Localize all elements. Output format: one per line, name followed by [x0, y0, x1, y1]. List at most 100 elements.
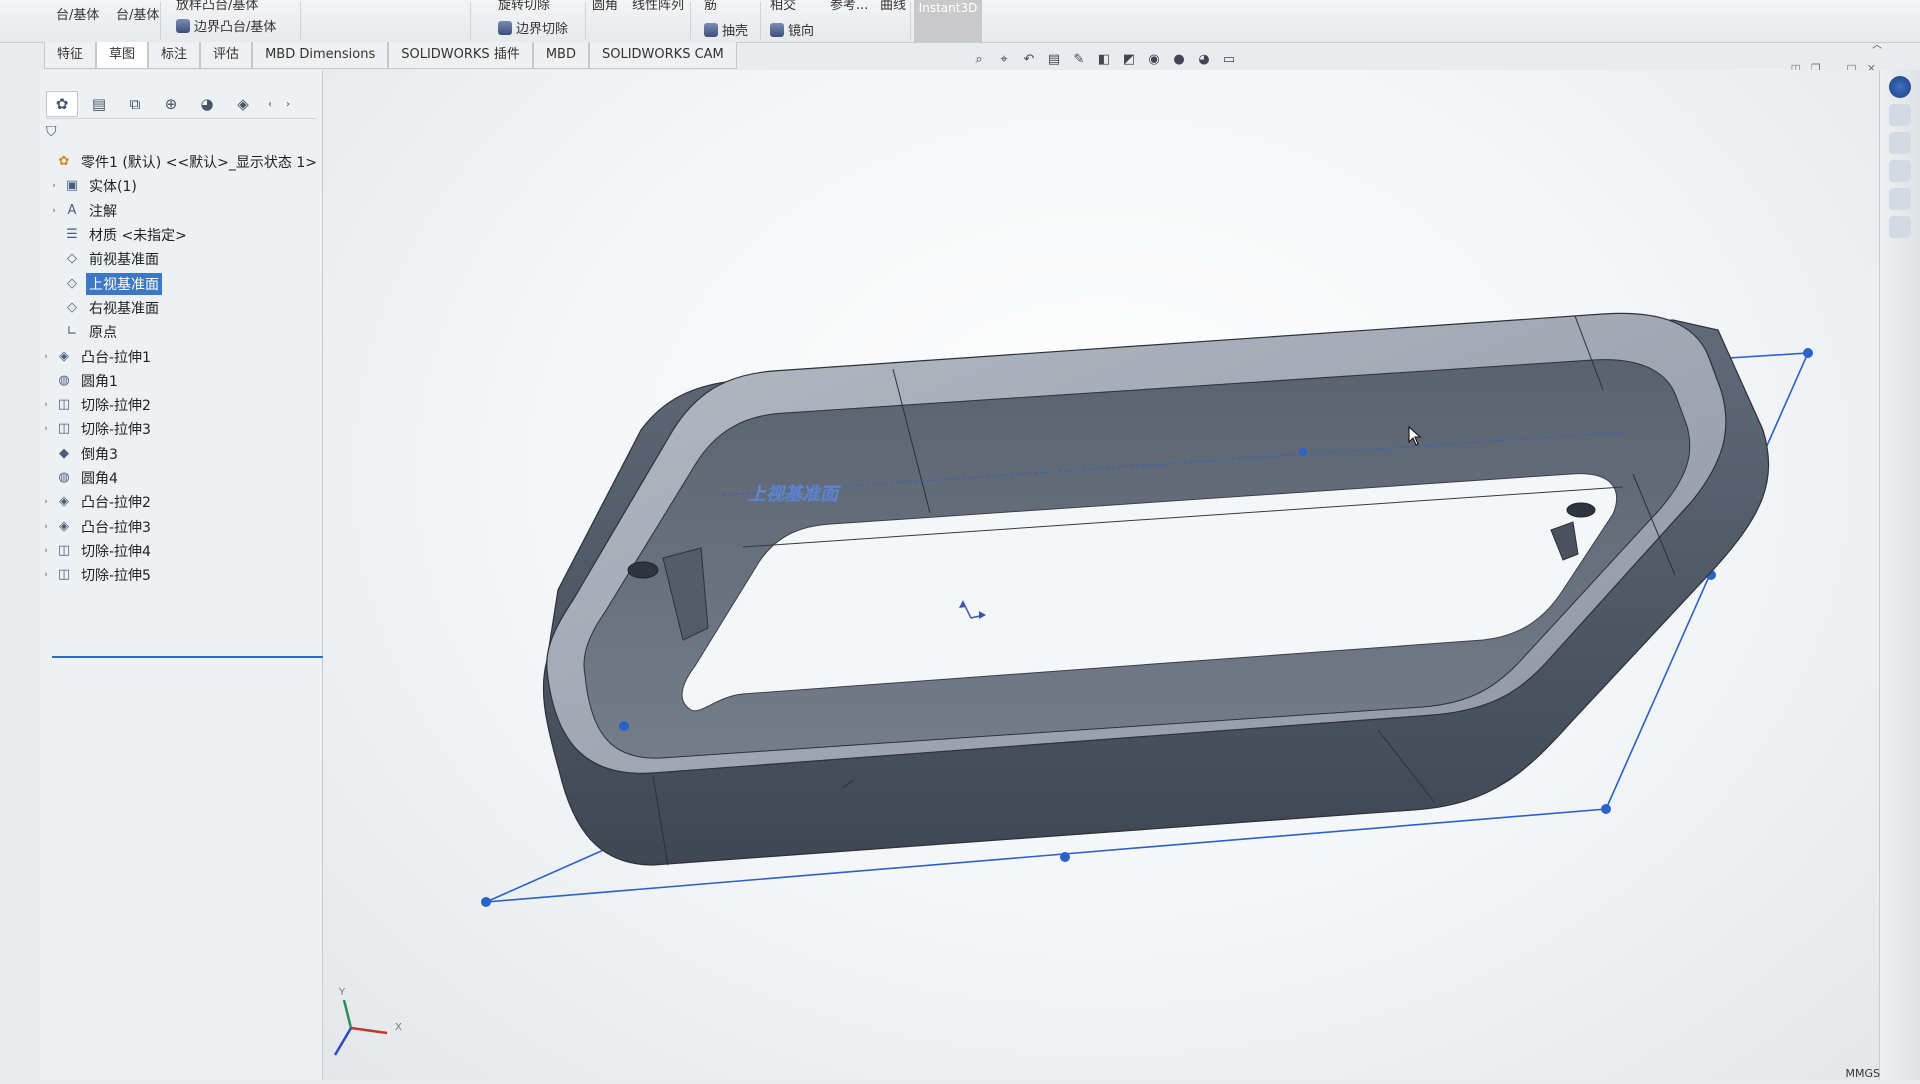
custom-properties-icon[interactable]: [1889, 216, 1911, 238]
tab-2[interactable]: 标注: [148, 42, 201, 69]
plane-icon: ◇: [67, 275, 77, 291]
expand-arrow-icon[interactable]: ›: [40, 424, 52, 434]
tree-root[interactable]: ✿ 零件1 (默认) <<默认>_显示状态 1>: [40, 150, 320, 174]
expand-arrow-icon[interactable]: ›: [40, 352, 52, 362]
zoom-to-fit-icon[interactable]: ⌕: [970, 50, 988, 68]
ribbon-separator: [585, 2, 586, 40]
tree-item[interactable]: ◍ 圆角4: [40, 466, 320, 490]
tree-item[interactable]: ∟ 原点: [40, 320, 320, 344]
property-manager-tab-icon[interactable]: ▤: [84, 92, 114, 116]
tree-item-label: 切除-拉伸3: [81, 422, 151, 439]
zoom-area-icon[interactable]: ⌖: [995, 50, 1013, 68]
tree-item-label: 材质 <未指定>: [89, 228, 187, 245]
ribbon-command[interactable]: 台/基体: [116, 4, 159, 23]
solidworks-resources-icon[interactable]: [1889, 76, 1911, 98]
dimxpert-manager-tab-icon[interactable]: ⊕: [156, 92, 186, 116]
ribbon-command[interactable]: 筋: [704, 0, 717, 13]
ribbon-command[interactable]: 相交: [770, 0, 796, 13]
expand-arrow-icon[interactable]: ›: [40, 497, 52, 507]
ribbon-separator: [300, 2, 301, 40]
ribbon-command[interactable]: 抽壳: [704, 20, 748, 39]
section-view-icon[interactable]: ▤: [1045, 50, 1063, 68]
dynamic-annotation-icon[interactable]: ✎: [1070, 50, 1088, 68]
view-palette-icon[interactable]: [1889, 160, 1911, 182]
tab-1[interactable]: 草图: [96, 42, 149, 69]
tab-4[interactable]: MBD Dimensions: [252, 42, 389, 69]
expand-arrow-icon[interactable]: ›: [48, 206, 60, 216]
plane-handle[interactable]: [1803, 348, 1813, 358]
apply-scene-icon[interactable]: ◕: [1195, 50, 1213, 68]
configuration-manager-tab-icon[interactable]: ⧉: [120, 92, 150, 116]
cam-manager-tab-icon[interactable]: ◈: [228, 92, 258, 116]
rollback-bar[interactable]: [52, 656, 344, 658]
tab-0[interactable]: 特征: [44, 42, 97, 69]
tab-6[interactable]: MBD: [532, 42, 589, 69]
mounting-hole[interactable]: [1566, 502, 1596, 518]
plane-point[interactable]: [619, 721, 629, 731]
tree-item[interactable]: ◍ 圆角1: [40, 369, 320, 393]
filter-icon[interactable]: ⛉: [46, 124, 57, 140]
view-settings-icon[interactable]: ▭: [1220, 50, 1238, 68]
tab-7[interactable]: SOLIDWORKS CAM: [588, 42, 737, 69]
tree-item[interactable]: ☰ 材质 <未指定>: [40, 223, 320, 247]
ribbon-command[interactable]: 边界凸台/基体: [176, 16, 276, 35]
ribbon-command[interactable]: 台/基体: [56, 4, 99, 23]
edit-appearance-icon[interactable]: ●: [1170, 50, 1188, 68]
collapse-ribbon-icon[interactable]: ︿: [1872, 36, 1882, 51]
ribbon-separator: [760, 2, 761, 40]
tree-item[interactable]: ◇ 右视基准面: [40, 296, 320, 320]
previous-view-icon[interactable]: ↶: [1020, 50, 1038, 68]
plane-handle[interactable]: [481, 897, 491, 907]
tab-3[interactable]: 评估: [200, 42, 253, 69]
tree-item[interactable]: › ◈ 凸台-拉伸1: [40, 344, 320, 368]
tree-item[interactable]: › ◫ 切除-拉伸4: [40, 539, 320, 563]
plane-point[interactable]: [1299, 448, 1307, 456]
plane-handle[interactable]: [1060, 852, 1070, 862]
tree-item[interactable]: › ◫ 切除-拉伸2: [40, 393, 320, 417]
tree-item[interactable]: ◇ 上视基准面: [40, 271, 320, 295]
design-library-icon[interactable]: [1889, 104, 1911, 126]
ribbon-command-icon: [704, 22, 718, 37]
ribbon-command[interactable]: 圆角: [592, 0, 618, 13]
ribbon-command[interactable]: 镜向: [770, 20, 814, 39]
plane-label[interactable]: 上视基准面: [748, 484, 841, 506]
tab-5[interactable]: SOLIDWORKS 插件: [388, 42, 533, 69]
tree-item[interactable]: › ◫ 切除-拉伸5: [40, 563, 320, 587]
units-status[interactable]: MMGS: [1846, 1067, 1881, 1080]
tab-scroll-left-icon[interactable]: ‹: [264, 92, 276, 116]
display-style-icon[interactable]: ◩: [1120, 50, 1138, 68]
expand-arrow-icon[interactable]: ›: [40, 546, 52, 556]
tree-item[interactable]: › ◫ 切除-拉伸3: [40, 417, 320, 441]
ribbon-command-label: 台/基体: [56, 8, 100, 23]
tree-item[interactable]: › ▣ 实体(1): [40, 174, 320, 198]
plane-handle[interactable]: [1601, 804, 1611, 814]
ribbon-command[interactable]: 曲线: [880, 0, 906, 13]
ribbon-command[interactable]: 线性阵列: [632, 0, 684, 13]
command-tabs: 特征 草图 标注 评估 MBD Dimensions SOLIDWORKS 插件 MBD SO…: [44, 42, 737, 69]
tree-item[interactable]: ◇ 前视基准面: [40, 247, 320, 271]
instant3d-button[interactable]: Instant3D: [914, 0, 982, 42]
cut-icon: ◫: [57, 421, 71, 437]
appearances-icon[interactable]: [1889, 188, 1911, 210]
expand-arrow-icon[interactable]: ›: [40, 400, 52, 410]
view-orientation-icon[interactable]: ◧: [1095, 50, 1113, 68]
ribbon-command[interactable]: 边界切除: [498, 18, 568, 37]
expand-arrow-icon[interactable]: ›: [40, 522, 52, 532]
ribbon-command[interactable]: 放样凸台/基体: [176, 0, 258, 13]
tab-scroll-right-icon[interactable]: ›: [282, 92, 294, 116]
tree-item[interactable]: ◆ 倒角3: [40, 442, 320, 466]
display-manager-tab-icon[interactable]: ◕: [192, 92, 222, 116]
tree-item[interactable]: › ◈ 凸台-拉伸3: [40, 514, 320, 538]
tree-item[interactable]: › A 注解: [40, 199, 320, 223]
expand-arrow-icon[interactable]: ›: [40, 570, 52, 580]
mounting-hole[interactable]: [627, 561, 659, 579]
ribbon-command[interactable]: 参考...: [830, 0, 868, 13]
feature-manager-tab-icon[interactable]: ✿: [46, 91, 78, 117]
graphics-area[interactable]: 上视基准面 X Y: [323, 70, 1880, 1080]
tree-item-label: 凸台-拉伸1: [81, 349, 151, 366]
hide-show-icon[interactable]: ◉: [1145, 50, 1163, 68]
tree-item[interactable]: › ◈ 凸台-拉伸2: [40, 490, 320, 514]
file-explorer-icon[interactable]: [1889, 132, 1911, 154]
ribbon-command[interactable]: 旋转切除: [498, 0, 550, 13]
expand-arrow-icon[interactable]: ›: [48, 181, 60, 191]
